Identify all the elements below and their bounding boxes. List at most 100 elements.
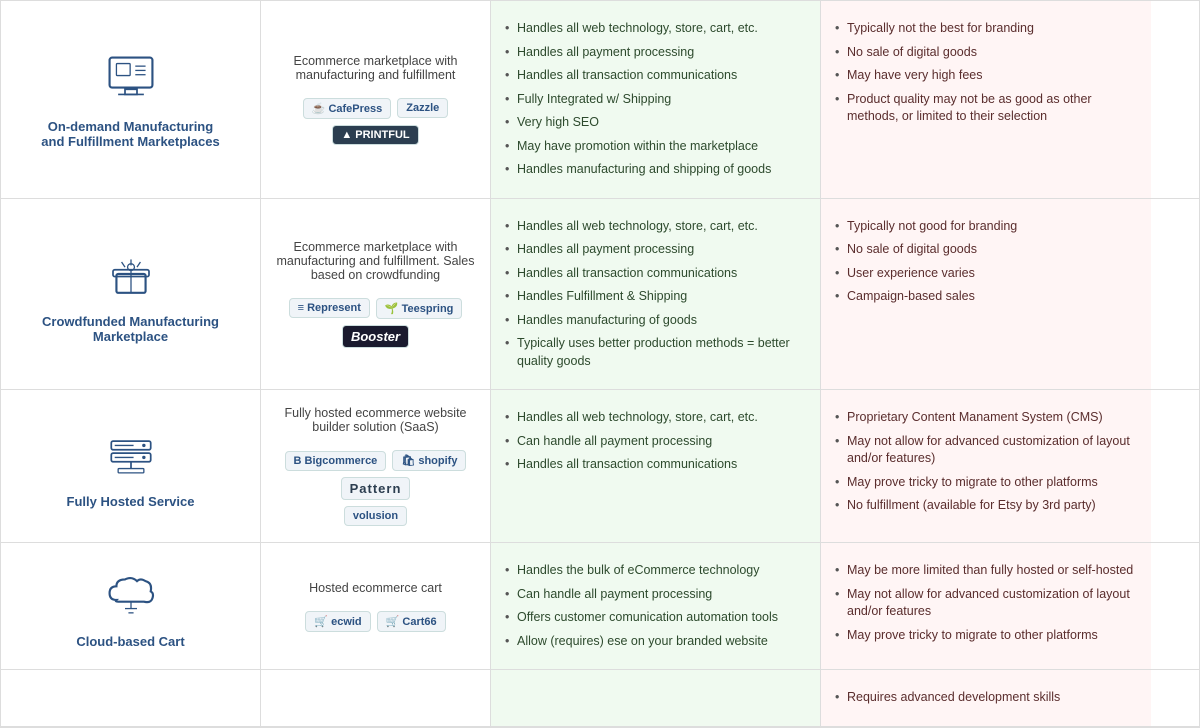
logo-represent: ≡ Represent — [289, 298, 370, 318]
con-item: User experience varies — [835, 262, 1137, 286]
type-cell-cloud-cart: Cloud-based Cart — [1, 543, 261, 669]
pro-item: Handles all transaction communications — [505, 64, 806, 88]
con-item: Campaign-based sales — [835, 285, 1137, 309]
pro-item: Offers customer comunication automation … — [505, 606, 806, 630]
pro-item: Allow (requires) ese on your branded web… — [505, 630, 806, 654]
pro-item: Handles all web technology, store, cart,… — [505, 406, 806, 430]
pros-list-on-demand: Handles all web technology, store, cart,… — [505, 17, 806, 182]
table-row: Crowdfunded ManufacturingMarketplace Eco… — [1, 199, 1199, 391]
logo-booster: Booster — [342, 325, 409, 348]
logo-printful: ▲ PRINTFUL — [332, 125, 418, 145]
pro-item: Handles all payment processing — [505, 41, 806, 65]
pro-item: Handles the bulk of eCommerce technology — [505, 559, 806, 583]
logos-crowdfunded: ≡ Represent 🌱 Teespring — [289, 298, 463, 319]
cloud-icon — [101, 564, 161, 624]
table-row-partial: Requires advanced development skills — [1, 670, 1199, 727]
pro-item: Handles all transaction communications — [505, 262, 806, 286]
con-item: Requires advanced development skills — [835, 686, 1137, 710]
monitor-icon — [101, 49, 161, 109]
logo-teespring: 🌱 Teespring — [376, 298, 463, 319]
desc-fully-hosted: Fully hosted ecommerce websitebuilder so… — [284, 406, 466, 434]
cons-list-fully-hosted: Proprietary Content Manament System (CMS… — [835, 406, 1137, 518]
con-item: May have very high fees — [835, 64, 1137, 88]
table-row: On-demand Manufacturingand Fulfillment M… — [1, 1, 1199, 199]
description-cell-on-demand: Ecommerce marketplace withmanufacturing … — [261, 1, 491, 198]
pros-list-fully-hosted: Handles all web technology, store, cart,… — [505, 406, 806, 477]
cons-list-partial: Requires advanced development skills — [835, 686, 1137, 710]
description-cell-fully-hosted: Fully hosted ecommerce websitebuilder so… — [261, 390, 491, 542]
logo-pattern: Pattern — [341, 477, 411, 500]
pros-cell-crowdfunded: Handles all web technology, store, cart,… — [491, 199, 821, 390]
pros-cell-fully-hosted: Handles all web technology, store, cart,… — [491, 390, 821, 542]
type-cell-crowdfunded: Crowdfunded ManufacturingMarketplace — [1, 199, 261, 390]
cons-cell-crowdfunded: Typically not good for branding No sale … — [821, 199, 1151, 390]
cons-cell-fully-hosted: Proprietary Content Manament System (CMS… — [821, 390, 1151, 542]
pro-item: Handles all web technology, store, cart,… — [505, 215, 806, 239]
con-item: No sale of digital goods — [835, 41, 1137, 65]
type-name-cloud-cart: Cloud-based Cart — [76, 634, 184, 649]
logo-volusion: volusion — [344, 506, 407, 526]
pro-item: Fully Integrated w/ Shipping — [505, 88, 806, 112]
cons-list-crowdfunded: Typically not good for branding No sale … — [835, 215, 1137, 309]
pro-item: Handles all payment processing — [505, 238, 806, 262]
type-cell-on-demand: On-demand Manufacturingand Fulfillment M… — [1, 1, 261, 198]
comparison-table: On-demand Manufacturingand Fulfillment M… — [0, 0, 1200, 728]
pros-cell-partial — [491, 670, 821, 726]
crowd-icon — [101, 244, 161, 304]
logo-ecwid: 🛒 ecwid — [305, 611, 370, 632]
pro-item: Can handle all payment processing — [505, 430, 806, 454]
pro-item: Very high SEO — [505, 111, 806, 135]
type-cell-fully-hosted: Fully Hosted Service — [1, 390, 261, 542]
pro-item: Can handle all payment processing — [505, 583, 806, 607]
cons-list-cloud-cart: May be more limited than fully hosted or… — [835, 559, 1137, 647]
pros-list-cloud-cart: Handles the bulk of eCommerce technology… — [505, 559, 806, 653]
pros-list-crowdfunded: Handles all web technology, store, cart,… — [505, 215, 806, 374]
logo-cart66: 🛒 Cart66 — [377, 611, 446, 632]
pro-item: Handles manufacturing of goods — [505, 309, 806, 333]
logo-zazzle: Zazzle — [397, 98, 448, 118]
logos-on-demand-2: ▲ PRINTFUL — [332, 125, 418, 145]
cons-cell-on-demand: Typically not the best for branding No s… — [821, 1, 1151, 198]
desc-crowdfunded: Ecommerce marketplace withmanufacturing … — [276, 240, 474, 282]
con-item: No sale of digital goods — [835, 238, 1137, 262]
pro-item: Handles manufacturing and shipping of go… — [505, 158, 806, 182]
logo-cafepress: ☕ CafePress — [303, 98, 392, 119]
type-name-on-demand: On-demand Manufacturingand Fulfillment M… — [41, 119, 219, 149]
logo-bigcommerce: B Bigcommerce — [285, 451, 387, 471]
pros-cell-on-demand: Handles all web technology, store, cart,… — [491, 1, 821, 198]
description-cell-cloud-cart: Hosted ecommerce cart 🛒 ecwid 🛒 Cart66 — [261, 543, 491, 669]
con-item: May prove tricky to migrate to other pla… — [835, 624, 1137, 648]
con-item: Typically not the best for branding — [835, 17, 1137, 41]
cons-cell-cloud-cart: May be more limited than fully hosted or… — [821, 543, 1151, 669]
hosted-icon — [101, 424, 161, 484]
con-item: No fulfillment (available for Etsy by 3r… — [835, 494, 1137, 518]
pro-item: Handles Fulfillment & Shipping — [505, 285, 806, 309]
pros-cell-cloud-cart: Handles the bulk of eCommerce technology… — [491, 543, 821, 669]
type-name-fully-hosted: Fully Hosted Service — [67, 494, 195, 509]
con-item: May be more limited than fully hosted or… — [835, 559, 1137, 583]
pro-item: Handles all transaction communications — [505, 453, 806, 477]
con-item: May not allow for advanced customization… — [835, 430, 1137, 471]
type-name-crowdfunded: Crowdfunded ManufacturingMarketplace — [42, 314, 219, 344]
desc-on-demand: Ecommerce marketplace withmanufacturing … — [294, 54, 458, 82]
cons-cell-partial: Requires advanced development skills — [821, 670, 1151, 726]
description-cell-crowdfunded: Ecommerce marketplace withmanufacturing … — [261, 199, 491, 390]
table-row: Cloud-based Cart Hosted ecommerce cart 🛒… — [1, 543, 1199, 670]
logos-on-demand: ☕ CafePress Zazzle — [303, 98, 449, 119]
type-cell-partial — [1, 670, 261, 726]
logos-crowdfunded-2: Booster — [342, 325, 409, 348]
con-item: May not allow for advanced customization… — [835, 583, 1137, 624]
logos-fully-hosted: B Bigcommerce 🛍 shopify Pattern — [275, 450, 476, 500]
description-cell-partial — [261, 670, 491, 726]
pro-item: May have promotion within the marketplac… — [505, 135, 806, 159]
pro-item: Typically uses better production methods… — [505, 332, 806, 373]
logos-cloud-cart: 🛒 ecwid 🛒 Cart66 — [305, 611, 445, 632]
pro-item: Handles all web technology, store, cart,… — [505, 17, 806, 41]
logos-fully-hosted-2: volusion — [344, 506, 407, 526]
con-item: Product quality may not be as good as ot… — [835, 88, 1137, 129]
desc-cloud-cart: Hosted ecommerce cart — [309, 581, 442, 595]
con-item: Typically not good for branding — [835, 215, 1137, 239]
con-item: May prove tricky to migrate to other pla… — [835, 471, 1137, 495]
logo-shopify: 🛍 shopify — [392, 450, 466, 471]
cons-list-on-demand: Typically not the best for branding No s… — [835, 17, 1137, 129]
